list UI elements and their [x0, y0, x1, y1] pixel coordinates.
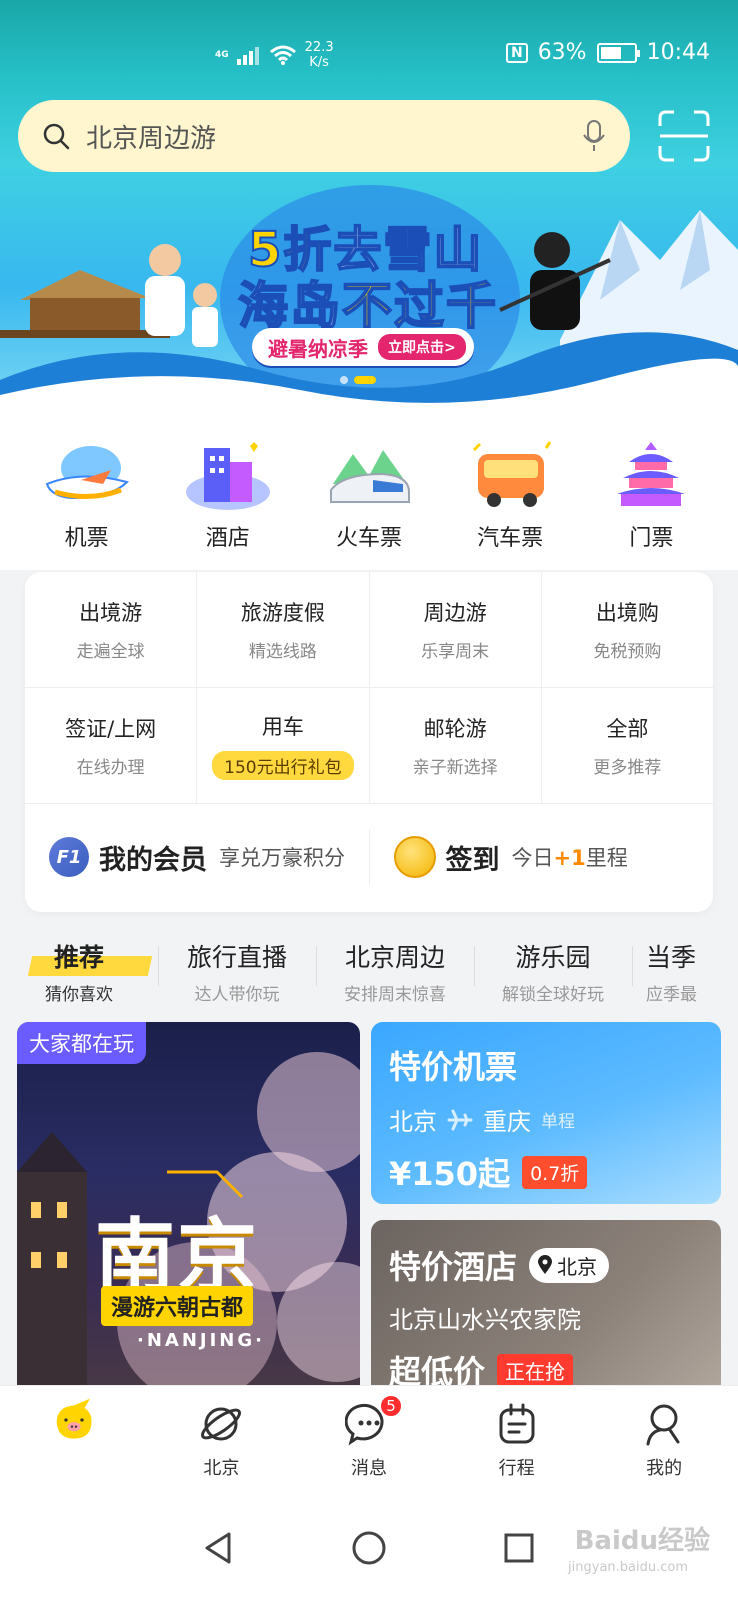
tab-home[interactable]: [14, 1398, 134, 1444]
flight-price-row: ¥150起 0.7折: [389, 1149, 703, 1195]
profile-icon: [646, 1404, 680, 1446]
train-icon: [329, 450, 410, 503]
bottom-tab-bar: 北京 5 消息 行程 我的: [0, 1385, 738, 1495]
signal-icon: [236, 47, 259, 65]
status-right: N 63% 10:44: [505, 40, 710, 65]
popular-tag: 大家都在玩: [17, 1022, 146, 1064]
banner-cta[interactable]: 避暑纳凉季 立即点击>: [252, 328, 474, 366]
category-flights[interactable]: 机票: [27, 440, 147, 570]
home-icon[interactable]: [349, 1528, 389, 1568]
banner-cta-button[interactable]: 立即点击>: [378, 334, 466, 360]
temple-icon: [617, 442, 686, 506]
search-input[interactable]: 北京周边游: [18, 100, 630, 172]
service-cruise[interactable]: 邮轮游 亲子新选择: [370, 688, 542, 803]
location-chip[interactable]: 北京: [529, 1247, 610, 1283]
banner-dot[interactable]: [340, 376, 348, 384]
destination-english: ·NANJING·: [137, 1330, 265, 1351]
member-entry[interactable]: F1 我的会员 享兑万豪积分: [25, 837, 369, 877]
bus-icon: [473, 441, 552, 507]
checkin-entry[interactable]: 签到 今日+1里程: [368, 829, 714, 885]
tab-messages[interactable]: 5 消息: [309, 1394, 429, 1480]
clock: 10:44: [646, 40, 710, 65]
tab-recommend[interactable]: 推荐 猜你喜欢: [0, 930, 158, 1014]
watermark-logo: Baidu经验: [574, 1526, 710, 1556]
hotel-icon: [185, 442, 270, 510]
hotel-name: 北京山水兴农家院: [389, 1306, 581, 1334]
status-center: 4G 22.3 K/s: [215, 40, 334, 70]
hotel-title-row: 特价酒店 北京: [389, 1242, 703, 1288]
tab-live[interactable]: 旅行直播 达人带你玩: [158, 930, 316, 1014]
battery-icon: [596, 42, 640, 63]
category-train[interactable]: 火车票: [309, 440, 429, 570]
service-vacation[interactable]: 旅游度假 精选线路: [197, 572, 370, 687]
service-duty-free[interactable]: 出境购 免税预购: [542, 572, 713, 687]
plane-icon: [45, 446, 129, 500]
banner-pagination: [340, 376, 376, 384]
car-gift-badge: 150元出行礼包: [212, 751, 354, 780]
feed-tabs: 推荐 猜你喜欢 旅行直播 达人带你玩 北京周边 安排周末惊喜 游乐园 解锁全球好…: [0, 930, 738, 1014]
category-bus[interactable]: 汽车票: [450, 440, 570, 570]
tab-amusement-park[interactable]: 游乐园 解锁全球好玩: [474, 930, 632, 1014]
status-bar: 4G 22.3 K/s N 63% 10:44: [0, 30, 738, 80]
nfc-icon: N: [505, 42, 528, 63]
category-hotels[interactable]: 酒店: [168, 440, 288, 570]
grid-row: 出境游 走遍全球 旅游度假 精选线路 周边游 乐享周末 出境购 免税预购: [25, 572, 713, 688]
tab-beijing-nearby[interactable]: 北京周边 安排周末惊喜: [316, 930, 474, 1014]
cheap-flight-card[interactable]: 特价机票 北京 重庆 单程 ¥150起 0.7折: [371, 1022, 721, 1204]
services-grid: 出境游 走遍全球 旅游度假 精选线路 周边游 乐享周末 出境购 免税预购 签证/…: [25, 572, 713, 912]
flash-sale-badge: 正在抢: [497, 1353, 574, 1387]
flight-card-title: 特价机票: [389, 1048, 518, 1086]
coin-icon: [393, 836, 436, 878]
tab-seasonal[interactable]: 当季 应季最: [632, 930, 736, 1014]
tab-itinerary[interactable]: 行程: [457, 1400, 577, 1480]
itinerary-icon: [499, 1403, 535, 1444]
unread-badge: 5: [378, 1394, 403, 1418]
planet-icon: [201, 1407, 242, 1441]
wifi-icon: [269, 45, 296, 65]
network-speed: 22.3 K/s: [304, 40, 334, 70]
service-outbound-tour[interactable]: 出境游 走遍全球: [25, 572, 198, 687]
home-mascot-icon: [56, 1398, 92, 1439]
recents-icon[interactable]: [499, 1528, 539, 1568]
destination-subtitle: 漫游六朝古都: [101, 1286, 254, 1326]
service-nearby-tour[interactable]: 周边游 乐享周末: [370, 572, 542, 687]
flight-route: 北京 重庆 单程: [389, 1108, 575, 1136]
watermark-url: jingyan.baidu.com: [568, 1560, 688, 1575]
main-categories: 机票 酒店 火车票 汽车票 门票: [0, 410, 738, 570]
tab-city[interactable]: 北京: [161, 1400, 281, 1480]
location-pin-icon: [538, 1255, 553, 1274]
network-type: 4G: [215, 50, 229, 60]
service-visa[interactable]: 签证/上网 在线办理: [25, 688, 198, 803]
search-icon: [43, 123, 70, 150]
microphone-icon[interactable]: [582, 119, 606, 153]
scan-icon[interactable]: [656, 108, 712, 164]
tab-profile[interactable]: 我的: [604, 1400, 724, 1480]
member-row: F1 我的会员 享兑万豪积分 签到 今日+1里程: [25, 804, 713, 910]
airplane-icon: [447, 1109, 473, 1130]
member-level-icon: F1: [49, 837, 89, 877]
service-car[interactable]: 用车 150元出行礼包: [197, 688, 370, 803]
battery-percent: 63%: [537, 40, 587, 65]
category-tickets[interactable]: 门票: [591, 440, 711, 570]
grid-row: 签证/上网 在线办理 用车 150元出行礼包 邮轮游 亲子新选择 全部 更多推荐: [25, 688, 713, 804]
flight-price: ¥150起: [389, 1155, 511, 1193]
discount-badge: 0.7折: [522, 1155, 588, 1189]
cheap-hotel-card[interactable]: 特价酒店 北京 北京山水兴农家院 超低价 正在抢: [371, 1220, 721, 1402]
nanjing-card[interactable]: 大家都在玩 南京 漫游六朝古都 ·NANJING·: [17, 1022, 360, 1402]
banner-dot-active[interactable]: [354, 376, 376, 384]
search-query: 北京周边游: [86, 123, 217, 154]
back-icon[interactable]: [199, 1528, 239, 1568]
service-all[interactable]: 全部 更多推荐: [542, 688, 713, 803]
header-banner-area: 4G 22.3 K/s N 63% 10:44 北京周边游 5折去雪山 海岛不过…: [0, 0, 738, 410]
